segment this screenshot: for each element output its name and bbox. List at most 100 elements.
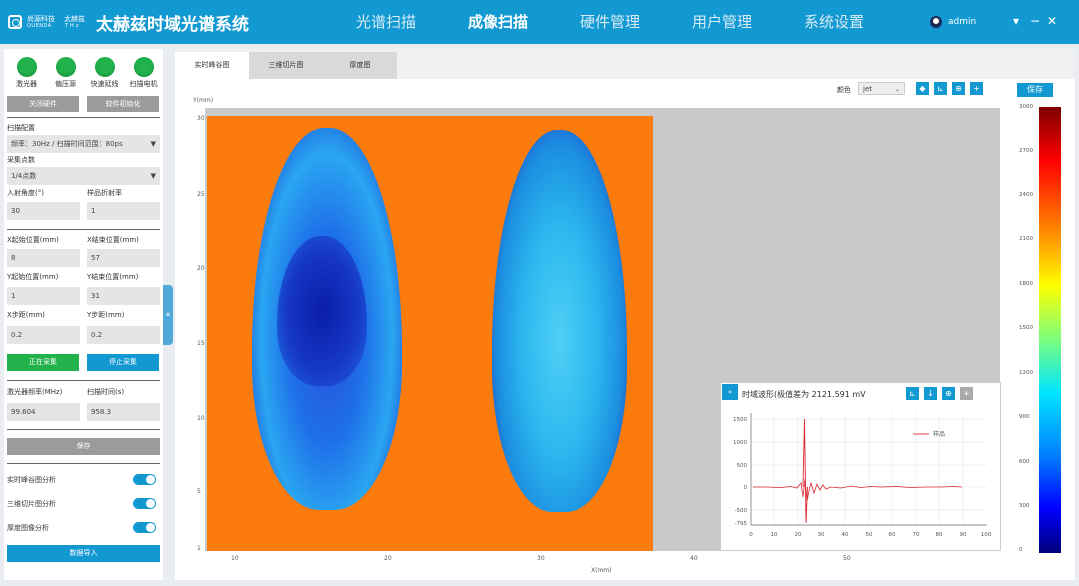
- x-tick: 40: [690, 555, 698, 562]
- chevron-down-icon: ⌄: [894, 86, 900, 93]
- x-tick: 50: [843, 555, 851, 562]
- dropdown-icon[interactable]: ▾: [1013, 14, 1019, 28]
- toggle-thickness-analysis[interactable]: [133, 522, 156, 533]
- wave-x-tick: 80: [936, 532, 943, 538]
- colorbar-tick: 2400: [1019, 192, 1033, 198]
- axis-icon[interactable]: ⊾: [906, 387, 919, 400]
- scan-config-value: 频率：30Hz / 扫描时间范围：80ps: [11, 140, 123, 148]
- save-params-button[interactable]: 保存: [7, 438, 160, 455]
- zoom-icon[interactable]: ⊕: [952, 82, 965, 95]
- nav-imaging-scan[interactable]: 成像扫描: [442, 0, 554, 44]
- wave-x-tick: 40: [842, 532, 849, 538]
- sample-points-label: 采集点数: [7, 156, 35, 164]
- axis-icon[interactable]: ⊾: [934, 82, 947, 95]
- laser-freq-label: 激光器频率(MHz): [7, 388, 63, 396]
- close-icon[interactable]: ✕: [1047, 14, 1057, 28]
- wave-y-tick: 1500: [733, 417, 747, 423]
- app-title: 太赫兹时域光谱系统: [96, 15, 249, 35]
- scan-config-select[interactable]: 频率：30Hz / 扫描时间范围：80ps ▼: [7, 135, 160, 153]
- x-axis-label: X(mm): [591, 567, 612, 574]
- x-start-input[interactable]: 8: [7, 249, 80, 267]
- user-name: admin: [948, 17, 977, 27]
- refract-input[interactable]: 1: [87, 202, 160, 220]
- y-step-input[interactable]: 0.2: [87, 326, 160, 344]
- toggle-realtime-analysis[interactable]: [133, 474, 156, 485]
- indicator-label: 扫描电机: [129, 80, 158, 88]
- waveform-icon[interactable]: «: [722, 384, 738, 400]
- y-step-label: Y步距(mm): [87, 311, 125, 319]
- nav-users[interactable]: 用户管理: [666, 0, 778, 44]
- wave-x-tick: 100: [981, 532, 992, 538]
- waveform-title: 时域波形(极值差为 2121.591 mV: [742, 390, 866, 399]
- plus-icon[interactable]: +: [970, 82, 983, 95]
- colorbar-tick: 2100: [1019, 236, 1033, 242]
- x-start-label: X起始位置(mm): [7, 236, 59, 244]
- y-tick: 5: [197, 488, 201, 495]
- zoom-icon[interactable]: ⊕: [942, 387, 955, 400]
- cursor-icon[interactable]: ↓: [924, 387, 937, 400]
- control-panel: 激光器 偏压源 快速延线 扫描电机 关闭硬件 软件初始化 扫描配置 频率：30H…: [4, 49, 163, 580]
- x-step-label: X步距(mm): [7, 311, 45, 319]
- divider: [7, 229, 160, 230]
- y-end-input[interactable]: 31: [87, 287, 160, 305]
- y-tick: 1: [197, 545, 201, 552]
- heatmap-image: [207, 116, 653, 551]
- nav-settings[interactable]: 系统设置: [778, 0, 890, 44]
- incidence-input[interactable]: 30: [7, 202, 80, 220]
- y-end-label: Y结束位置(mm): [87, 273, 139, 281]
- color-map-value: jet: [863, 85, 872, 93]
- tab-thickness[interactable]: 厚度图: [323, 52, 397, 79]
- close-hardware-button[interactable]: 关闭硬件: [7, 96, 79, 112]
- status-dot-icon: [133, 57, 154, 77]
- toggle-3d-slice-analysis[interactable]: [133, 498, 156, 509]
- collapse-panel-icon[interactable]: «: [163, 285, 173, 345]
- user-menu[interactable]: admin: [930, 16, 976, 28]
- save-image-button[interactable]: 保存: [1017, 83, 1053, 97]
- collecting-button[interactable]: 正在采集: [7, 354, 79, 371]
- tab-realtime-peak[interactable]: 实时峰谷图: [175, 52, 249, 79]
- colorbar-tick: 300: [1019, 503, 1030, 509]
- wave-x-tick: 90: [960, 532, 967, 538]
- main-nav: 光谱扫描 成像扫描 硬件管理 用户管理 系统设置: [330, 0, 890, 44]
- divider: [7, 117, 160, 118]
- wave-y-tick: 500: [737, 463, 748, 469]
- wave-y-tick: 0: [744, 485, 748, 491]
- indicator-label: 偏压源: [55, 80, 76, 88]
- app-header: 尚源科技 QUENDA 太赫兹 THz 太赫兹时域光谱系统 光谱扫描 成像扫描 …: [0, 0, 1079, 44]
- nav-hardware[interactable]: 硬件管理: [554, 0, 666, 44]
- init-software-button[interactable]: 软件初始化: [87, 96, 159, 112]
- indicator-delay-line: 快速延线: [85, 57, 124, 89]
- incidence-label: 入射角度(°): [7, 189, 44, 197]
- legend-label: 样品: [933, 430, 945, 438]
- laser-freq-value: 99.604: [7, 403, 80, 421]
- logo-subtext: QUENDA: [27, 23, 52, 29]
- view-tabs: 实时峰谷图 三维切片图 厚度图: [175, 49, 1075, 79]
- toggle-label-thickness: 厚度图像分析: [7, 524, 49, 532]
- wave-x-tick: 20: [795, 532, 802, 538]
- hardware-indicators: 激光器 偏压源 快速延线 扫描电机: [7, 57, 163, 89]
- y-tick: 20: [197, 265, 205, 272]
- sample-points-select[interactable]: 1/4点数 ▼: [7, 167, 160, 185]
- waveform-header: « 时域波形(极值差为 2121.591 mV ⊾ ↓ ⊕ +: [721, 383, 1000, 405]
- y-tick: 10: [197, 415, 205, 422]
- colorbar-tick: 2700: [1019, 148, 1033, 154]
- tab-3d-slice[interactable]: 三维切片图: [249, 52, 323, 79]
- color-map-select[interactable]: jet ⌄: [858, 82, 905, 95]
- x-end-label: X结束位置(mm): [87, 236, 139, 244]
- y-start-input[interactable]: 1: [7, 287, 80, 305]
- waveform-line: [753, 478, 963, 502]
- nav-spectrum-scan[interactable]: 光谱扫描: [330, 0, 442, 44]
- indicator-label: 快速延线: [90, 80, 119, 88]
- stop-collect-button[interactable]: 停止采集: [87, 354, 159, 371]
- x-step-input[interactable]: 0.2: [7, 326, 80, 344]
- plus-icon[interactable]: +: [960, 387, 973, 400]
- indicator-label: 激光器: [16, 80, 37, 88]
- cube-icon[interactable]: ◆: [916, 82, 929, 95]
- minimize-icon[interactable]: −: [1030, 14, 1040, 28]
- status-dot-icon: [55, 57, 76, 77]
- user-avatar-icon: [930, 16, 942, 28]
- data-import-button[interactable]: 数据导入: [7, 545, 160, 562]
- x-end-input[interactable]: 57: [87, 249, 160, 267]
- status-dot-icon: [16, 57, 37, 77]
- colorbar-tick: 1500: [1019, 325, 1033, 331]
